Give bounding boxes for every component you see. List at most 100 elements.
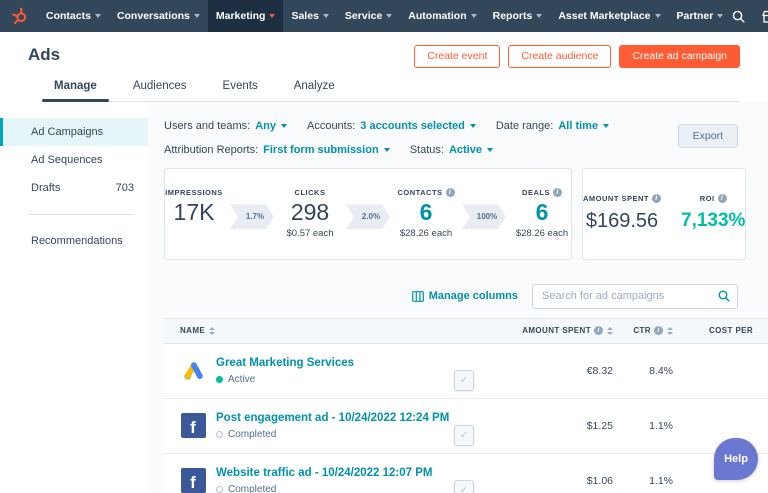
info-icon[interactable] [652,194,661,203]
sidebar-item-drafts[interactable]: Drafts 703 [0,174,148,202]
top-navigation: Contacts Conversations Marketing Sales S… [0,0,768,32]
conversion-rate: 2.0% [362,212,380,221]
create-audience-button[interactable]: Create audience [508,45,611,68]
table-row: f Post engagement ad - 10/24/2022 12:24 … [164,399,768,454]
hubspot-sprocket-logo-icon[interactable] [10,6,30,26]
metric-roi: ROI 7,133% [681,194,745,232]
campaign-name-link[interactable]: Great Marketing Services [216,357,354,369]
filter-value: 3 accounts selected [360,120,465,132]
manage-columns-label: Manage columns [429,290,518,302]
search-icon[interactable] [731,9,746,24]
conversion-rate: 100% [477,212,497,221]
chevron-down-icon [323,14,329,18]
manage-columns-button[interactable]: Manage columns [412,290,518,302]
info-icon[interactable] [594,326,603,335]
nav-item-label: Reports [493,10,533,22]
campaign-status: Completed [216,484,432,493]
metrics-row: IMPRESSIONS 17K 1.7% CLICKS 298 $0.57 ea… [164,168,738,260]
column-header-amount-spent[interactable]: AMOUNT SPENT [519,326,613,335]
filter-accounts[interactable]: Accounts: 3 accounts selected [307,120,476,132]
metric-cost-each: $28.26 each [513,228,571,239]
facebook-icon: f [180,468,206,493]
search-input[interactable] [532,284,738,309]
column-header-name[interactable]: NAME [164,319,473,343]
chevron-down-icon [386,14,392,18]
sidebar-item-ad-campaigns[interactable]: Ad Campaigns [0,118,148,146]
info-icon[interactable] [553,188,562,197]
chevron-down-icon [717,14,723,18]
export-button[interactable]: Export [678,124,738,148]
create-event-button[interactable]: Create event [414,45,500,68]
nav-item-label: Contacts [46,10,91,22]
table-header-row: NAME AMOUNT SPENT CTR COST PER [164,318,768,344]
filter-status[interactable]: Status: Active [410,144,493,156]
page-title: Ads [28,45,60,65]
nav-item-sales[interactable]: Sales [283,0,336,32]
chevron-down-icon [269,14,275,18]
search-icon[interactable] [717,289,731,308]
tab-bar: Manage Audiences Events Analyze [42,80,740,102]
chevron-down-icon [471,14,477,18]
main-panel: Users and teams: Any Accounts: 3 account… [148,102,768,493]
metric-value: 17K [165,200,223,224]
content-area: Ad Campaigns Ad Sequences Drafts 703 Rec… [0,102,768,493]
funnel-metrics-card: IMPRESSIONS 17K 1.7% CLICKS 298 $0.57 ea… [164,168,572,260]
sort-icon[interactable] [209,327,215,335]
column-label: COST PER [709,326,753,335]
chevron-down-icon [603,124,609,128]
drafts-count-badge: 703 [116,182,134,194]
marketplace-icon[interactable] [761,9,768,24]
metric-value: $169.56 [583,210,661,233]
filter-users-and-teams[interactable]: Users and teams: Any [164,120,287,132]
create-ad-campaign-button[interactable]: Create ad campaign [619,45,740,68]
ad-campaigns-table: NAME AMOUNT SPENT CTR COST PER [164,318,768,493]
sidebar-item-label: Ad Campaigns [31,126,103,138]
nav-item-automation[interactable]: Automation [400,0,484,32]
toggle-knob-check-icon: ✓ [454,480,474,493]
amount-spent-value: $1.25 [587,420,613,432]
sidebar-divider [28,214,134,215]
sidebar-item-recommendations[interactable]: Recommendations [0,227,148,255]
info-icon[interactable] [446,188,455,197]
metric-label: IMPRESSIONS [165,188,223,197]
metric-label: CLICKS [281,188,339,197]
campaign-name-link[interactable]: Website traffic ad - 10/24/2022 12:07 PM [216,467,432,479]
help-button[interactable]: Help [714,438,758,480]
sidebar-item-ad-sequences[interactable]: Ad Sequences [0,146,148,174]
tab-events[interactable]: Events [211,80,270,101]
filter-date-range[interactable]: Date range: All time [496,120,609,132]
nav-item-asset-marketplace[interactable]: Asset Marketplace [550,0,668,32]
chevron-down-icon [384,148,390,152]
info-icon[interactable] [654,326,663,335]
nav-item-service[interactable]: Service [337,0,400,32]
filter-label: Users and teams: [164,120,250,132]
tab-analyze[interactable]: Analyze [282,80,347,101]
conversion-rate: 1.7% [246,212,264,221]
campaign-search [532,284,738,309]
funnel-arrow: 100% [462,204,506,229]
sidebar-item-label: Recommendations [31,235,123,247]
metric-cost-each: $28.26 each [397,228,455,239]
metric-deals: DEALS 6 $28.26 each [513,188,571,238]
nav-item-conversations[interactable]: Conversations [109,0,208,32]
filter-attribution-reports[interactable]: Attribution Reports: First form submissi… [164,144,390,156]
nav-item-contacts[interactable]: Contacts [38,0,109,32]
nav-item-marketing[interactable]: Marketing [208,0,284,32]
chevron-down-icon [536,14,542,18]
column-header-cost-per[interactable]: COST PER [673,326,768,335]
campaign-name-link[interactable]: Post engagement ad - 10/24/2022 12:24 PM [216,412,449,424]
sidebar: Ad Campaigns Ad Sequences Drafts 703 Rec… [0,102,148,493]
ctr-value: 8.4% [649,365,673,377]
filter-label: Status: [410,144,444,156]
google-ads-icon [180,358,206,384]
nav-item-partner[interactable]: Partner [669,0,732,32]
nav-item-label: Service [345,10,382,22]
page-header: Ads Create event Create audience Create … [0,32,768,102]
info-icon[interactable] [718,194,727,203]
nav-item-reports[interactable]: Reports [485,0,551,32]
column-header-ctr[interactable]: CTR [613,326,673,335]
tab-audiences[interactable]: Audiences [121,80,199,101]
ctr-value: 1.1% [649,475,673,487]
toggle-knob-check-icon: ✓ [454,425,474,446]
tab-manage[interactable]: Manage [42,80,109,101]
